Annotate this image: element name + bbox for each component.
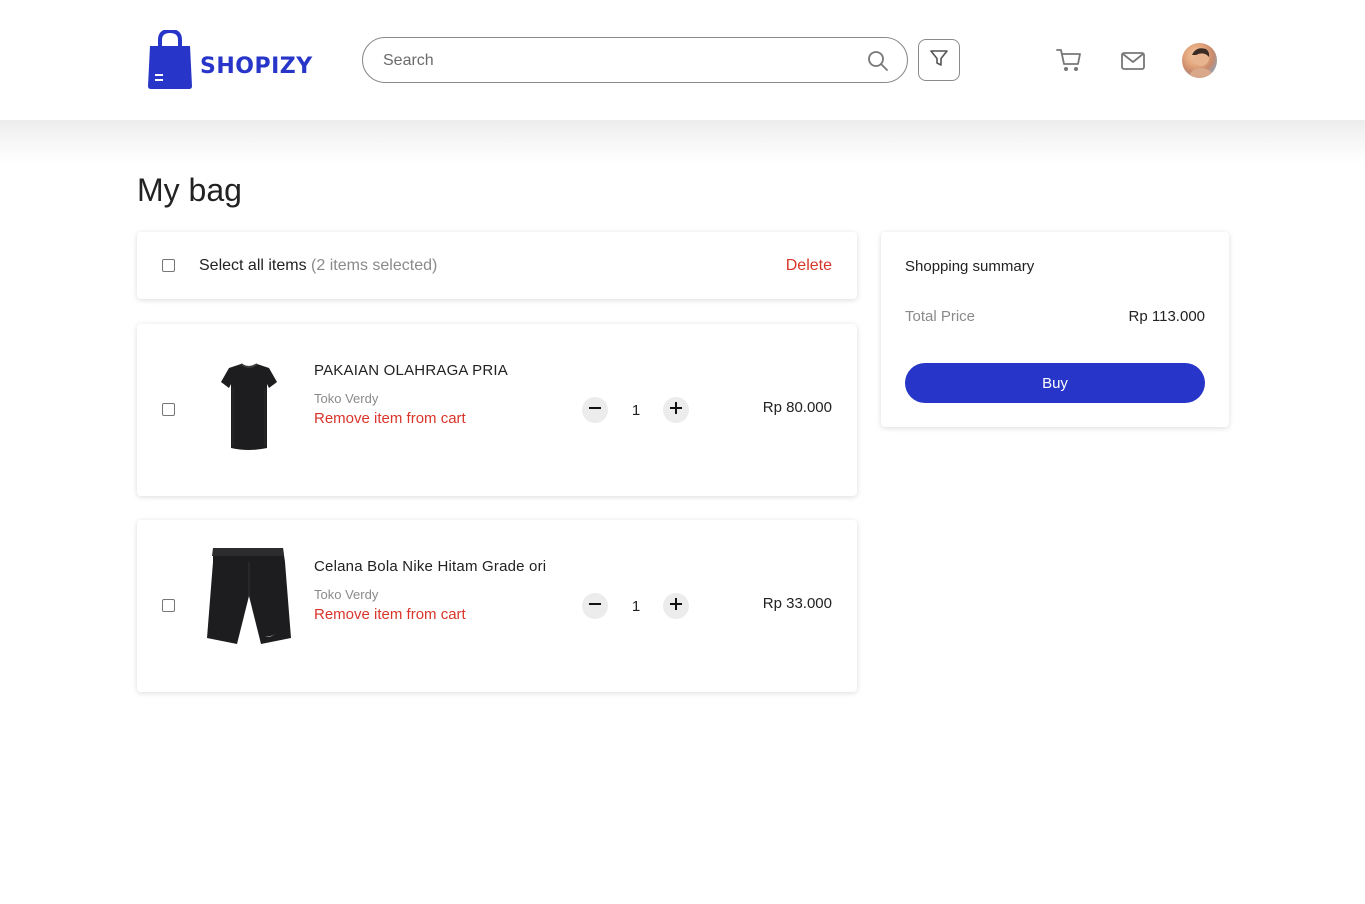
- plus-icon: [669, 597, 683, 616]
- page-title: My bag: [137, 172, 242, 208]
- store-name[interactable]: Toko Verdy: [314, 587, 378, 602]
- total-price-label: Total Price: [905, 308, 976, 325]
- select-all-checkbox[interactable]: [162, 259, 175, 272]
- decrease-quantity-button[interactable]: [582, 593, 608, 619]
- header-shadow: [0, 120, 1365, 164]
- selected-count: (2 items selected): [311, 257, 438, 274]
- quantity-value: 1: [631, 598, 641, 615]
- cart-item: PAKAIAN OLAHRAGA PRIA Toko Verdy Remove …: [137, 324, 857, 496]
- select-all-label: Select all items (2 items selected): [199, 257, 437, 275]
- store-name[interactable]: Toko Verdy: [314, 391, 378, 406]
- avatar[interactable]: [1182, 43, 1217, 78]
- brand-logo[interactable]: SHOPIZY: [146, 28, 313, 90]
- shopping-bag-logo-icon: [146, 28, 194, 90]
- remove-item-link[interactable]: Remove item from cart: [314, 606, 466, 623]
- remove-item-link[interactable]: Remove item from cart: [314, 410, 466, 427]
- minus-icon: [588, 597, 602, 616]
- select-all-bar: Select all items (2 items selected) Dele…: [137, 232, 857, 299]
- plus-icon: [669, 401, 683, 420]
- minus-icon: [588, 401, 602, 420]
- buy-button[interactable]: Buy: [905, 363, 1205, 403]
- item-checkbox[interactable]: [162, 599, 175, 612]
- total-price-value: Rp 113.000: [1128, 308, 1205, 325]
- product-image-shorts: [203, 544, 295, 668]
- select-all-text: Select all items: [199, 257, 307, 274]
- cart-item: Celana Bola Nike Hitam Grade ori Toko Ve…: [137, 520, 857, 692]
- product-image-tshirt: [203, 348, 295, 472]
- search-icon[interactable]: [867, 50, 889, 72]
- quantity-value: 1: [631, 402, 641, 419]
- filter-button[interactable]: [918, 39, 960, 81]
- brand-name: SHOPIZY: [200, 53, 313, 79]
- search-bar: [362, 37, 908, 83]
- product-name[interactable]: PAKAIAN OLAHRAGA PRIA: [314, 362, 508, 379]
- summary-title: Shopping summary: [905, 258, 1035, 275]
- increase-quantity-button[interactable]: [663, 593, 689, 619]
- item-price: Rp 80.000: [762, 399, 832, 416]
- shopping-summary-card: Shopping summary Total Price Rp 113.000 …: [881, 232, 1229, 427]
- increase-quantity-button[interactable]: [663, 397, 689, 423]
- cart-icon[interactable]: [1055, 46, 1083, 74]
- decrease-quantity-button[interactable]: [582, 397, 608, 423]
- delete-button[interactable]: Delete: [786, 257, 832, 275]
- top-navbar: SHOPIZY: [0, 0, 1365, 120]
- product-name[interactable]: Celana Bola Nike Hitam Grade ori: [314, 558, 546, 575]
- item-price: Rp 33.000: [762, 595, 832, 612]
- mail-icon[interactable]: [1120, 48, 1146, 74]
- search-input[interactable]: [383, 50, 853, 72]
- filter-icon: [929, 48, 949, 73]
- item-checkbox[interactable]: [162, 403, 175, 416]
